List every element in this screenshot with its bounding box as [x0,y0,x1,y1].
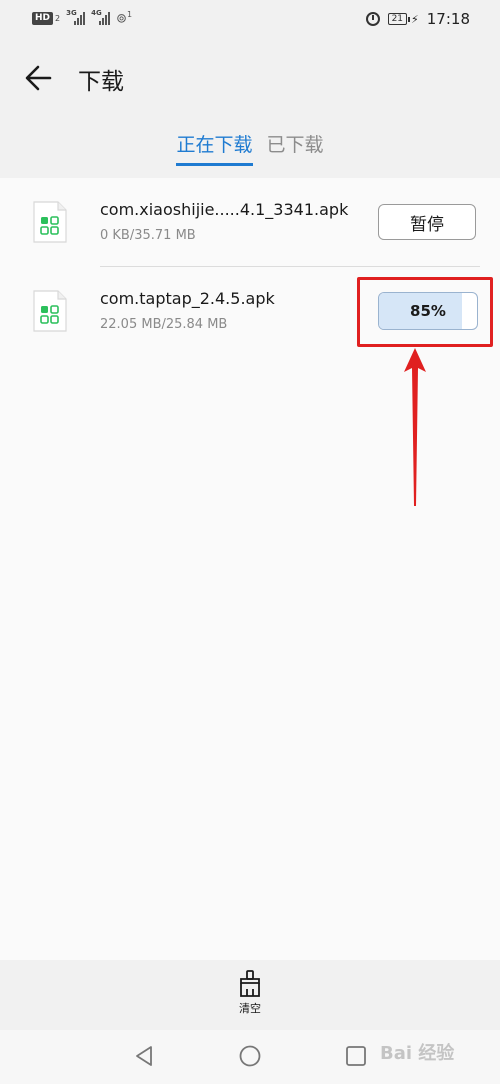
annotation-arrow-icon [404,348,426,506]
tab-bar: 正在下载 已下载 [0,130,500,166]
watermark: Bai 经验 [380,1043,455,1064]
clock: 17:18 [426,10,470,28]
nav-recent-icon[interactable] [344,1044,368,1068]
back-button[interactable] [20,58,60,98]
status-bar: HD 2 3G 4G ⊚1 21 ⚡ 17:18 [0,0,500,42]
signal-3g-icon: 3G [66,9,86,26]
clear-label: 清空 [239,1002,261,1015]
page-title: 下载 [78,69,124,95]
alarm-icon [365,12,380,26]
bottom-bar: 清空 [0,960,500,1030]
hd-index: 2 [55,13,61,23]
battery-icon: 21 ⚡ [387,13,419,26]
annotation-box [357,277,493,347]
broom-icon [240,970,260,997]
header: 下载 正在下载 已下载 [0,42,500,178]
tab-downloaded[interactable]: 已下载 [267,130,324,166]
status-right: 21 ⚡ 17:18 [365,10,470,28]
status-left: HD 2 3G 4G ⊚1 [32,9,133,27]
nav-back-icon[interactable] [132,1044,156,1068]
back-arrow-icon [25,65,52,91]
hotspot-icon: ⊚1 [116,10,133,27]
nav-home-icon[interactable] [238,1044,262,1068]
clear-button[interactable]: 清空 [230,970,270,1026]
file-name: com.taptap_2.4.5.apk [100,289,275,308]
file-size: 0 KB/35.71 MB [100,228,196,243]
tab-downloading[interactable]: 正在下载 [176,130,253,166]
apk-file-icon [33,290,67,332]
list-item[interactable]: com.xiaoshijie.....4.1_3341.apk 0 KB/35.… [0,178,500,266]
file-name: com.xiaoshijie.....4.1_3341.apk [100,200,349,219]
pause-button[interactable]: 暂停 [378,204,476,240]
signal-4g-icon: 4G [91,9,111,26]
hd-badge: HD [32,11,54,25]
apk-file-icon [33,201,67,243]
file-size: 22.05 MB/25.84 MB [100,317,228,332]
